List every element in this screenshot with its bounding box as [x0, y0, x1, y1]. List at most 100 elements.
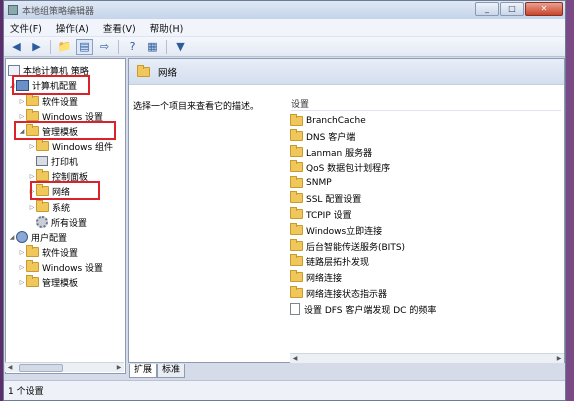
- expand-arrow-icon[interactable]: ▷: [28, 143, 36, 150]
- expand-arrow-icon[interactable]: ▷: [18, 264, 26, 271]
- tree-item-user-software-settings[interactable]: ▷ 软件设置: [18, 245, 78, 259]
- menu-action[interactable]: 操作(A): [56, 21, 89, 35]
- up-folder-icon[interactable]: 📁: [56, 39, 73, 55]
- back-icon[interactable]: ◀: [8, 39, 25, 55]
- list-item-label: DNS 客户端: [306, 132, 356, 143]
- printer-icon: [36, 156, 48, 166]
- tree-item-user-windows-settings[interactable]: ▷ Windows 设置: [18, 260, 103, 274]
- minimize-button[interactable]: _: [475, 2, 499, 16]
- help-icon[interactable]: ?: [124, 39, 141, 55]
- background-right-edge: [566, 0, 574, 401]
- list-item[interactable]: TCPIP 设置: [290, 207, 352, 221]
- description-text: 选择一个项目来查看它的描述。: [133, 102, 260, 112]
- forward-icon[interactable]: ▶: [28, 39, 45, 55]
- menu-help[interactable]: 帮助(H): [150, 21, 184, 35]
- tree-item-label: 所有设置: [51, 218, 88, 229]
- folder-icon: [26, 275, 39, 287]
- list-item-label: 网络连接状态指示器: [306, 289, 388, 300]
- expand-arrow-icon[interactable]: ▷: [18, 113, 26, 120]
- user-icon: [16, 231, 28, 243]
- status-text: 1 个设置: [8, 387, 44, 397]
- maximize-button[interactable]: □: [500, 2, 524, 16]
- tree-item-software-settings[interactable]: ▷ 软件设置: [18, 94, 78, 108]
- expand-arrow-icon[interactable]: ▷: [28, 204, 36, 211]
- tree-item-user-admin-templates[interactable]: ▷ 管理模板: [18, 275, 78, 289]
- expand-arrow-icon[interactable]: ▷: [28, 173, 36, 180]
- list-item[interactable]: 网络连接: [290, 270, 342, 284]
- folder-icon: [290, 270, 303, 282]
- expand-arrow-icon[interactable]: ▷: [18, 279, 26, 286]
- list-item-label: Windows立即连接: [306, 226, 383, 237]
- column-header-setting[interactable]: 设置: [291, 97, 561, 111]
- tree-item-all-settings[interactable]: 所有设置: [36, 215, 87, 229]
- window-controls: _ □ ✕: [475, 2, 563, 16]
- toolbar-separator: [166, 39, 167, 54]
- list-item[interactable]: QoS 数据包计划程序: [290, 160, 390, 174]
- scroll-left-arrow-icon[interactable]: ◀: [290, 354, 300, 364]
- tree-item-system[interactable]: ▷ 系统: [28, 200, 70, 214]
- title-bar[interactable]: 本地组策略编辑器 _ □ ✕: [4, 1, 565, 19]
- folder-icon: [290, 129, 303, 141]
- list-item[interactable]: SSL 配置设置: [290, 191, 361, 205]
- highlight-admin-templates: [14, 121, 116, 140]
- list-item-setting[interactable]: 设置 DFS 客户端发现 DC 的频率: [290, 302, 436, 316]
- tree-item-printers[interactable]: 打印机: [36, 154, 78, 168]
- list-item-label: SNMP: [306, 178, 332, 188]
- status-bar: 1 个设置: [4, 380, 565, 400]
- tree-item-label: 软件设置: [42, 248, 79, 259]
- list-item-label: BranchCache: [306, 116, 366, 126]
- highlight-computer-config: [12, 75, 90, 95]
- folder-icon: [26, 109, 39, 121]
- scroll-right-arrow-icon[interactable]: ▶: [554, 354, 564, 364]
- tab-standard[interactable]: 标准: [157, 364, 186, 378]
- tab-extended[interactable]: 扩展: [129, 364, 158, 378]
- list-item-label: 设置 DFS 客户端发现 DC 的频率: [304, 305, 437, 316]
- tree-item-label: 打印机: [51, 157, 79, 168]
- list-item[interactable]: 后台智能传送服务(BITS): [290, 239, 405, 253]
- list-item[interactable]: 链路层拓扑发现: [290, 254, 369, 268]
- tree-item-windows-components[interactable]: ▷ Windows 组件: [28, 139, 113, 153]
- list-item[interactable]: BranchCache: [290, 114, 366, 128]
- menu-view[interactable]: 查看(V): [103, 21, 136, 35]
- show-hide-tree-icon[interactable]: ▤: [76, 38, 93, 55]
- list-item-label: 链路层拓扑发现: [306, 257, 370, 268]
- folder-icon: [26, 245, 39, 257]
- details-pane: 网络 选择一个项目来查看它的描述。 设置 BranchCache DNS 客户端…: [128, 58, 565, 363]
- folder-icon: [290, 145, 303, 157]
- folder-icon: [36, 169, 49, 181]
- expand-arrow-icon[interactable]: ▷: [18, 98, 26, 105]
- tree-horizontal-scrollbar[interactable]: ◀ ▶: [5, 362, 124, 372]
- details-horizontal-scrollbar[interactable]: ◀ ▶: [290, 353, 564, 363]
- highlight-network: [30, 181, 100, 200]
- view-tabs: 扩展 标准: [129, 364, 186, 378]
- tree-item-label: 用户配置: [31, 233, 68, 244]
- tree-item-user-config[interactable]: ◢ 用户配置: [8, 230, 67, 244]
- list-item-label: 网络连接: [306, 273, 343, 284]
- folder-icon: [290, 254, 303, 266]
- details-header: 网络: [129, 59, 564, 85]
- list-item[interactable]: Windows立即连接: [290, 223, 382, 237]
- settings-icon: [36, 216, 48, 228]
- scroll-right-arrow-icon[interactable]: ▶: [114, 363, 124, 373]
- properties-icon[interactable]: ▦: [144, 39, 161, 55]
- folder-icon: [290, 191, 303, 203]
- list-item[interactable]: DNS 客户端: [290, 129, 355, 143]
- export-icon[interactable]: ⇨: [96, 39, 113, 55]
- close-button[interactable]: ✕: [525, 2, 563, 16]
- folder-icon: [290, 114, 303, 126]
- folder-icon: [36, 139, 49, 151]
- list-item[interactable]: SNMP: [290, 176, 332, 190]
- tree-item-label: Windows 组件: [52, 142, 114, 153]
- folder-icon: [26, 260, 39, 272]
- tree-item-label: 系统: [52, 203, 71, 214]
- filter-icon[interactable]: ▼: [172, 39, 189, 55]
- menu-file[interactable]: 文件(F): [10, 21, 42, 35]
- folder-icon: [137, 64, 150, 77]
- app-icon: [8, 5, 18, 15]
- collapse-arrow-icon[interactable]: ◢: [8, 234, 16, 241]
- scroll-left-arrow-icon[interactable]: ◀: [5, 363, 15, 373]
- scrollbar-thumb[interactable]: [19, 364, 63, 372]
- list-item[interactable]: 网络连接状态指示器: [290, 286, 387, 300]
- expand-arrow-icon[interactable]: ▷: [18, 249, 26, 256]
- list-item[interactable]: Lanman 服务器: [290, 145, 372, 159]
